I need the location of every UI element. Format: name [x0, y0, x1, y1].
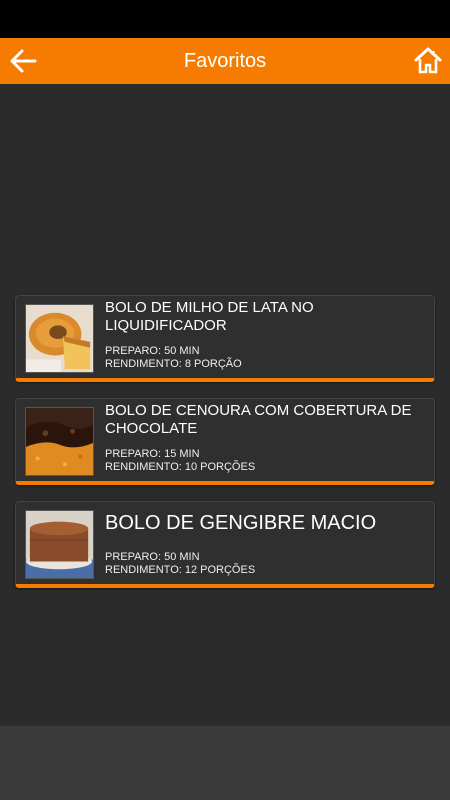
corn-cake-image — [25, 304, 94, 373]
bottom-area — [0, 726, 450, 800]
carrot-cake-image — [25, 407, 94, 476]
recipe-yield: RENDIMENTO: 10 PORÇÕES — [105, 461, 256, 473]
recipe-prep-time: PREPARO: 50 MIN — [105, 551, 200, 563]
recipe-prep-time: PREPARO: 15 MIN — [105, 448, 200, 460]
recipe-card[interactable]: BOLO DE CENOURA COM COBERTURA DE CHOCOLA… — [15, 398, 435, 485]
back-button[interactable] — [8, 47, 38, 75]
recipe-yield: RENDIMENTO: 8 PORÇÃO — [105, 358, 242, 370]
page-title: Favoritos — [183, 49, 267, 72]
recipe-title: BOLO DE CENOURA COM COBERTURA DE CHOCOLA… — [105, 402, 412, 437]
recipe-yield: RENDIMENTO: 12 PORÇÕES — [105, 564, 256, 576]
recipe-title: BOLO DE GENGIBRE MACIO — [105, 512, 377, 534]
arrow-left-icon — [10, 49, 37, 73]
favorites-list: BOLO DE MILHO DE LATA NO LIQUIDIFICADOR … — [0, 84, 450, 726]
recipe-card[interactable]: BOLO DE MILHO DE LATA NO LIQUIDIFICADOR … — [15, 295, 435, 382]
status-bar — [0, 0, 450, 38]
recipe-title: BOLO DE MILHO DE LATA NO LIQUIDIFICADOR — [105, 299, 314, 334]
recipe-card[interactable]: BOLO DE GENGIBRE MACIO PREPARO: 50 MIN R… — [15, 501, 435, 588]
recipe-prep-time: PREPARO: 50 MIN — [105, 345, 200, 357]
home-icon — [414, 47, 442, 74]
ginger-cake-image — [25, 510, 94, 579]
app-bar: Favoritos — [0, 38, 450, 84]
home-button[interactable] — [414, 46, 442, 74]
